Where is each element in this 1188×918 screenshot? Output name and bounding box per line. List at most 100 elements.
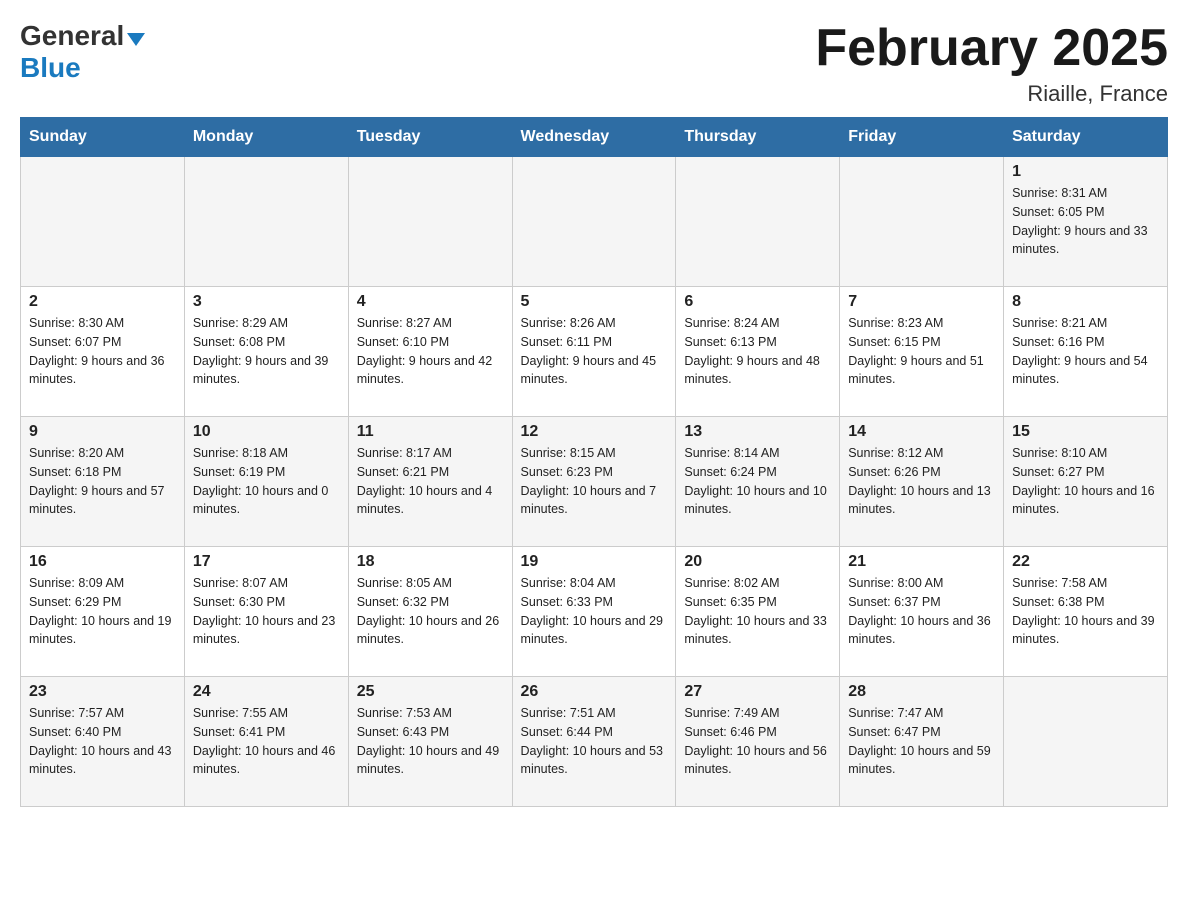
day-info: Sunrise: 8:29 AMSunset: 6:08 PMDaylight:… — [193, 314, 340, 389]
day-info: Sunrise: 8:31 AMSunset: 6:05 PMDaylight:… — [1012, 184, 1159, 259]
table-row: 15Sunrise: 8:10 AMSunset: 6:27 PMDayligh… — [1004, 417, 1168, 547]
table-row: 20Sunrise: 8:02 AMSunset: 6:35 PMDayligh… — [676, 547, 840, 677]
table-row: 11 Sunrise: 8:17 AMSunset: 6:21 PMDayligh… — [348, 417, 512, 547]
table-row: 12 Sunrise: 8:15 AMSunset: 6:23 PMDayligh… — [512, 417, 676, 547]
table-row: 17 Sunrise: 8:07 AMSunset: 6:30 PMDayligh… — [184, 547, 348, 677]
table-row: 1 Sunrise: 8:31 AMSunset: 6:05 PMDaylight… — [1004, 157, 1168, 287]
day-number: 28 — [848, 683, 995, 701]
day-number: 22 — [1012, 553, 1159, 571]
month-title: February 2025 — [815, 20, 1168, 77]
day-info: Sunrise: 8:17 AMSunset: 6:21 PMDaylight:… — [357, 444, 504, 519]
table-row: 14Sunrise: 8:12 AMSunset: 6:26 PMDayligh… — [840, 417, 1004, 547]
day-info: Sunrise: 8:05 AMSunset: 6:32 PMDaylight:… — [357, 574, 504, 649]
day-number: 7 — [848, 293, 995, 311]
day-info: Sunrise: 7:57 AMSunset: 6:40 PMDaylight:… — [29, 704, 176, 779]
table-row: 18 Sunrise: 8:05 AMSunset: 6:32 PMDayligh… — [348, 547, 512, 677]
table-row: 3Sunrise: 8:29 AMSunset: 6:08 PMDaylight… — [184, 287, 348, 417]
day-number: 5 — [521, 293, 668, 311]
table-row — [184, 157, 348, 287]
day-number: 12 — [521, 423, 668, 441]
day-number: 10 — [193, 423, 340, 441]
calendar-week-row: 23 Sunrise: 7:57 AMSunset: 6:40 PMDayligh… — [21, 677, 1168, 807]
calendar-week-row: 9 Sunrise: 8:20 AMSunset: 6:18 PMDaylight… — [21, 417, 1168, 547]
day-number: 9 — [29, 423, 176, 441]
day-info: Sunrise: 7:51 AMSunset: 6:44 PMDaylight:… — [521, 704, 668, 779]
col-sunday: Sunday — [21, 118, 185, 157]
day-number: 16 — [29, 553, 176, 571]
col-friday: Friday — [840, 118, 1004, 157]
day-number: 27 — [684, 683, 831, 701]
day-number: 17 — [193, 553, 340, 571]
day-number: 24 — [193, 683, 340, 701]
table-row: 21 Sunrise: 8:00 AMSunset: 6:37 PMDayligh… — [840, 547, 1004, 677]
table-row — [512, 157, 676, 287]
day-info: Sunrise: 8:24 AMSunset: 6:13 PMDaylight:… — [684, 314, 831, 389]
day-info: Sunrise: 8:07 AMSunset: 6:30 PMDaylight:… — [193, 574, 340, 649]
day-number: 2 — [29, 293, 176, 311]
page-header: General Blue February 2025 Riaille, Fran… — [20, 20, 1168, 107]
title-section: February 2025 Riaille, France — [815, 20, 1168, 107]
col-tuesday: Tuesday — [348, 118, 512, 157]
day-number: 13 — [684, 423, 831, 441]
day-number: 1 — [1012, 163, 1159, 181]
logo-triangle-icon — [127, 33, 145, 46]
table-row — [840, 157, 1004, 287]
table-row: 23 Sunrise: 7:57 AMSunset: 6:40 PMDayligh… — [21, 677, 185, 807]
day-number: 25 — [357, 683, 504, 701]
day-number: 23 — [29, 683, 176, 701]
day-number: 4 — [357, 293, 504, 311]
table-row: 13 Sunrise: 8:14 AMSunset: 6:24 PMDayligh… — [676, 417, 840, 547]
calendar-week-row: 16 Sunrise: 8:09 AMSunset: 6:29 PMDayligh… — [21, 547, 1168, 677]
table-row: 19Sunrise: 8:04 AMSunset: 6:33 PMDayligh… — [512, 547, 676, 677]
day-info: Sunrise: 8:23 AMSunset: 6:15 PMDaylight:… — [848, 314, 995, 389]
day-info: Sunrise: 8:00 AMSunset: 6:37 PMDaylight:… — [848, 574, 995, 649]
day-number: 20 — [684, 553, 831, 571]
day-info: Sunrise: 7:47 AMSunset: 6:47 PMDaylight:… — [848, 704, 995, 779]
calendar-table: Sunday Monday Tuesday Wednesday Thursday… — [20, 117, 1168, 807]
calendar-week-row: 1 Sunrise: 8:31 AMSunset: 6:05 PMDaylight… — [21, 157, 1168, 287]
logo: General Blue — [20, 20, 145, 84]
day-number: 15 — [1012, 423, 1159, 441]
location-text: Riaille, France — [815, 81, 1168, 107]
day-number: 19 — [521, 553, 668, 571]
calendar-week-row: 2 Sunrise: 8:30 AMSunset: 6:07 PMDaylight… — [21, 287, 1168, 417]
table-row — [676, 157, 840, 287]
table-row: 24Sunrise: 7:55 AMSunset: 6:41 PMDayligh… — [184, 677, 348, 807]
logo-blue-text: Blue — [20, 52, 81, 83]
table-row: 9 Sunrise: 8:20 AMSunset: 6:18 PMDaylight… — [21, 417, 185, 547]
day-info: Sunrise: 8:14 AMSunset: 6:24 PMDaylight:… — [684, 444, 831, 519]
table-row: 25 Sunrise: 7:53 AMSunset: 6:43 PMDayligh… — [348, 677, 512, 807]
col-thursday: Thursday — [676, 118, 840, 157]
col-saturday: Saturday — [1004, 118, 1168, 157]
day-info: Sunrise: 8:30 AMSunset: 6:07 PMDaylight:… — [29, 314, 176, 389]
day-info: Sunrise: 8:15 AMSunset: 6:23 PMDaylight:… — [521, 444, 668, 519]
day-info: Sunrise: 8:26 AMSunset: 6:11 PMDaylight:… — [521, 314, 668, 389]
day-info: Sunrise: 7:53 AMSunset: 6:43 PMDaylight:… — [357, 704, 504, 779]
logo-general-text: General — [20, 20, 124, 52]
day-info: Sunrise: 8:09 AMSunset: 6:29 PMDaylight:… — [29, 574, 176, 649]
day-info: Sunrise: 8:21 AMSunset: 6:16 PMDaylight:… — [1012, 314, 1159, 389]
day-number: 8 — [1012, 293, 1159, 311]
table-row: 16 Sunrise: 8:09 AMSunset: 6:29 PMDayligh… — [21, 547, 185, 677]
table-row: 28 Sunrise: 7:47 AMSunset: 6:47 PMDayligh… — [840, 677, 1004, 807]
table-row — [21, 157, 185, 287]
day-info: Sunrise: 8:27 AMSunset: 6:10 PMDaylight:… — [357, 314, 504, 389]
table-row: 8 Sunrise: 8:21 AMSunset: 6:16 PMDaylight… — [1004, 287, 1168, 417]
day-info: Sunrise: 7:58 AMSunset: 6:38 PMDaylight:… — [1012, 574, 1159, 649]
day-info: Sunrise: 8:18 AMSunset: 6:19 PMDaylight:… — [193, 444, 340, 519]
col-wednesday: Wednesday — [512, 118, 676, 157]
table-row: 5 Sunrise: 8:26 AMSunset: 6:11 PMDaylight… — [512, 287, 676, 417]
day-info: Sunrise: 8:20 AMSunset: 6:18 PMDaylight:… — [29, 444, 176, 519]
day-number: 21 — [848, 553, 995, 571]
col-monday: Monday — [184, 118, 348, 157]
day-number: 26 — [521, 683, 668, 701]
calendar-header-row: Sunday Monday Tuesday Wednesday Thursday… — [21, 118, 1168, 157]
table-row — [348, 157, 512, 287]
day-number: 11 — [357, 423, 504, 441]
day-info: Sunrise: 7:49 AMSunset: 6:46 PMDaylight:… — [684, 704, 831, 779]
day-number: 18 — [357, 553, 504, 571]
table-row: 7 Sunrise: 8:23 AMSunset: 6:15 PMDaylight… — [840, 287, 1004, 417]
table-row — [1004, 677, 1168, 807]
day-number: 14 — [848, 423, 995, 441]
table-row: 26 Sunrise: 7:51 AMSunset: 6:44 PMDayligh… — [512, 677, 676, 807]
